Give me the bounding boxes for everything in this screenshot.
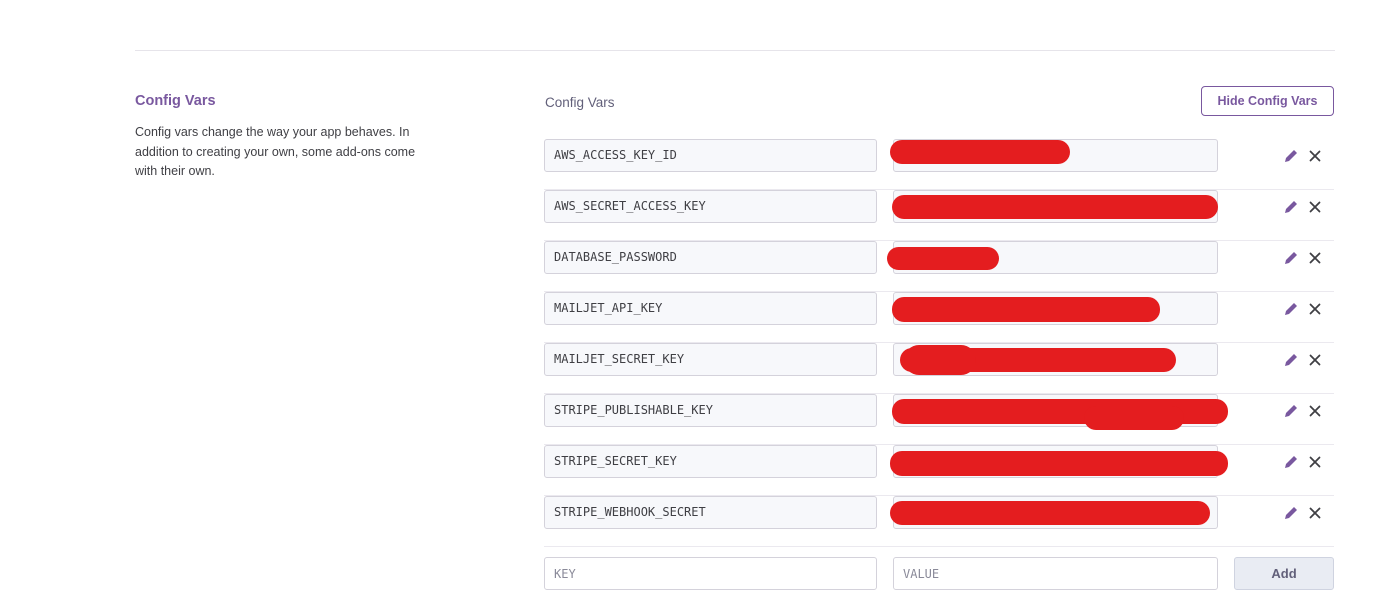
config-var-key-field[interactable]: STRIPE_SECRET_KEY — [544, 445, 877, 478]
config-var-key-field[interactable]: AWS_SECRET_ACCESS_KEY — [544, 190, 877, 223]
section-description: Config vars change the way your app beha… — [135, 125, 416, 178]
add-button[interactable]: Add — [1234, 557, 1334, 590]
section-divider — [135, 50, 1335, 51]
close-icon — [1309, 456, 1321, 468]
hide-config-vars-button[interactable]: Hide Config Vars — [1201, 86, 1334, 116]
edit-icon[interactable] — [1282, 147, 1300, 165]
config-var-row: AWS_ACCESS_KEY_ID — [544, 139, 1334, 190]
config-var-key-field[interactable]: DATABASE_PASSWORD — [544, 241, 877, 274]
delete-icon[interactable] — [1306, 351, 1324, 369]
close-icon — [1309, 303, 1321, 315]
redaction-mark — [892, 195, 1218, 219]
redaction-mark — [890, 501, 1210, 525]
delete-icon[interactable] — [1306, 504, 1324, 522]
pencil-icon — [1285, 507, 1297, 519]
config-var-row: MAILJET_SECRET_KEY — [544, 343, 1334, 394]
redaction-mark — [1084, 406, 1184, 430]
close-icon — [1309, 507, 1321, 519]
pencil-icon — [1285, 303, 1297, 315]
close-icon — [1309, 252, 1321, 264]
pencil-icon — [1285, 201, 1297, 213]
redaction-mark — [904, 345, 976, 375]
pencil-icon — [1285, 405, 1297, 417]
config-vars-list: AWS_ACCESS_KEY_ID AWS_SECRET_ACCESS_KEY — [544, 139, 1334, 597]
delete-icon[interactable] — [1306, 198, 1324, 216]
config-var-row: AWS_SECRET_ACCESS_KEY — [544, 190, 1334, 241]
edit-icon[interactable] — [1282, 453, 1300, 471]
edit-icon[interactable] — [1282, 504, 1300, 522]
redaction-mark — [890, 140, 1070, 164]
close-icon — [1309, 201, 1321, 213]
redaction-mark — [887, 247, 999, 270]
delete-icon[interactable] — [1306, 249, 1324, 267]
delete-icon[interactable] — [1306, 147, 1324, 165]
edit-icon[interactable] — [1282, 402, 1300, 420]
pencil-icon — [1285, 252, 1297, 264]
config-var-key-field[interactable]: STRIPE_WEBHOOK_SECRET — [544, 496, 877, 529]
new-value-input[interactable] — [893, 557, 1218, 590]
config-var-row: STRIPE_WEBHOOK_SECRET — [544, 496, 1334, 547]
pencil-icon — [1285, 354, 1297, 366]
redaction-mark — [892, 297, 1160, 322]
config-var-key-field[interactable]: AWS_ACCESS_KEY_ID — [544, 139, 877, 172]
config-vars-header: Config Vars Hide Config Vars — [544, 85, 1334, 125]
delete-icon[interactable] — [1306, 453, 1324, 471]
redaction-mark — [890, 451, 1228, 476]
config-var-row: DATABASE_PASSWORD — [544, 241, 1334, 292]
edit-icon[interactable] — [1282, 198, 1300, 216]
pencil-icon — [1285, 150, 1297, 162]
new-key-input[interactable] — [544, 557, 877, 590]
config-var-key-field[interactable]: STRIPE_PUBLISHABLE_KEY — [544, 394, 877, 427]
config-var-row: MAILJET_API_KEY — [544, 292, 1334, 343]
edit-icon[interactable] — [1282, 351, 1300, 369]
settings-page: Config Vars Config vars change the way y… — [0, 0, 1400, 613]
close-icon — [1309, 405, 1321, 417]
edit-icon[interactable] — [1282, 300, 1300, 318]
config-var-row: STRIPE_SECRET_KEY — [544, 445, 1334, 496]
config-vars-panel: Config Vars Hide Config Vars AWS_ACCESS_… — [544, 85, 1334, 590]
close-icon — [1309, 150, 1321, 162]
config-vars-label: Config Vars — [545, 95, 615, 110]
pencil-icon — [1285, 456, 1297, 468]
close-icon — [1309, 354, 1321, 366]
config-var-row: STRIPE_PUBLISHABLE_KEY — [544, 394, 1334, 445]
config-var-key-field[interactable]: MAILJET_SECRET_KEY — [544, 343, 877, 376]
delete-icon[interactable] — [1306, 300, 1324, 318]
section-title: Config Vars — [135, 93, 216, 109]
edit-icon[interactable] — [1282, 249, 1300, 267]
delete-icon[interactable] — [1306, 402, 1324, 420]
add-config-var-row: Add — [544, 557, 1334, 597]
config-var-key-field[interactable]: MAILJET_API_KEY — [544, 292, 877, 325]
